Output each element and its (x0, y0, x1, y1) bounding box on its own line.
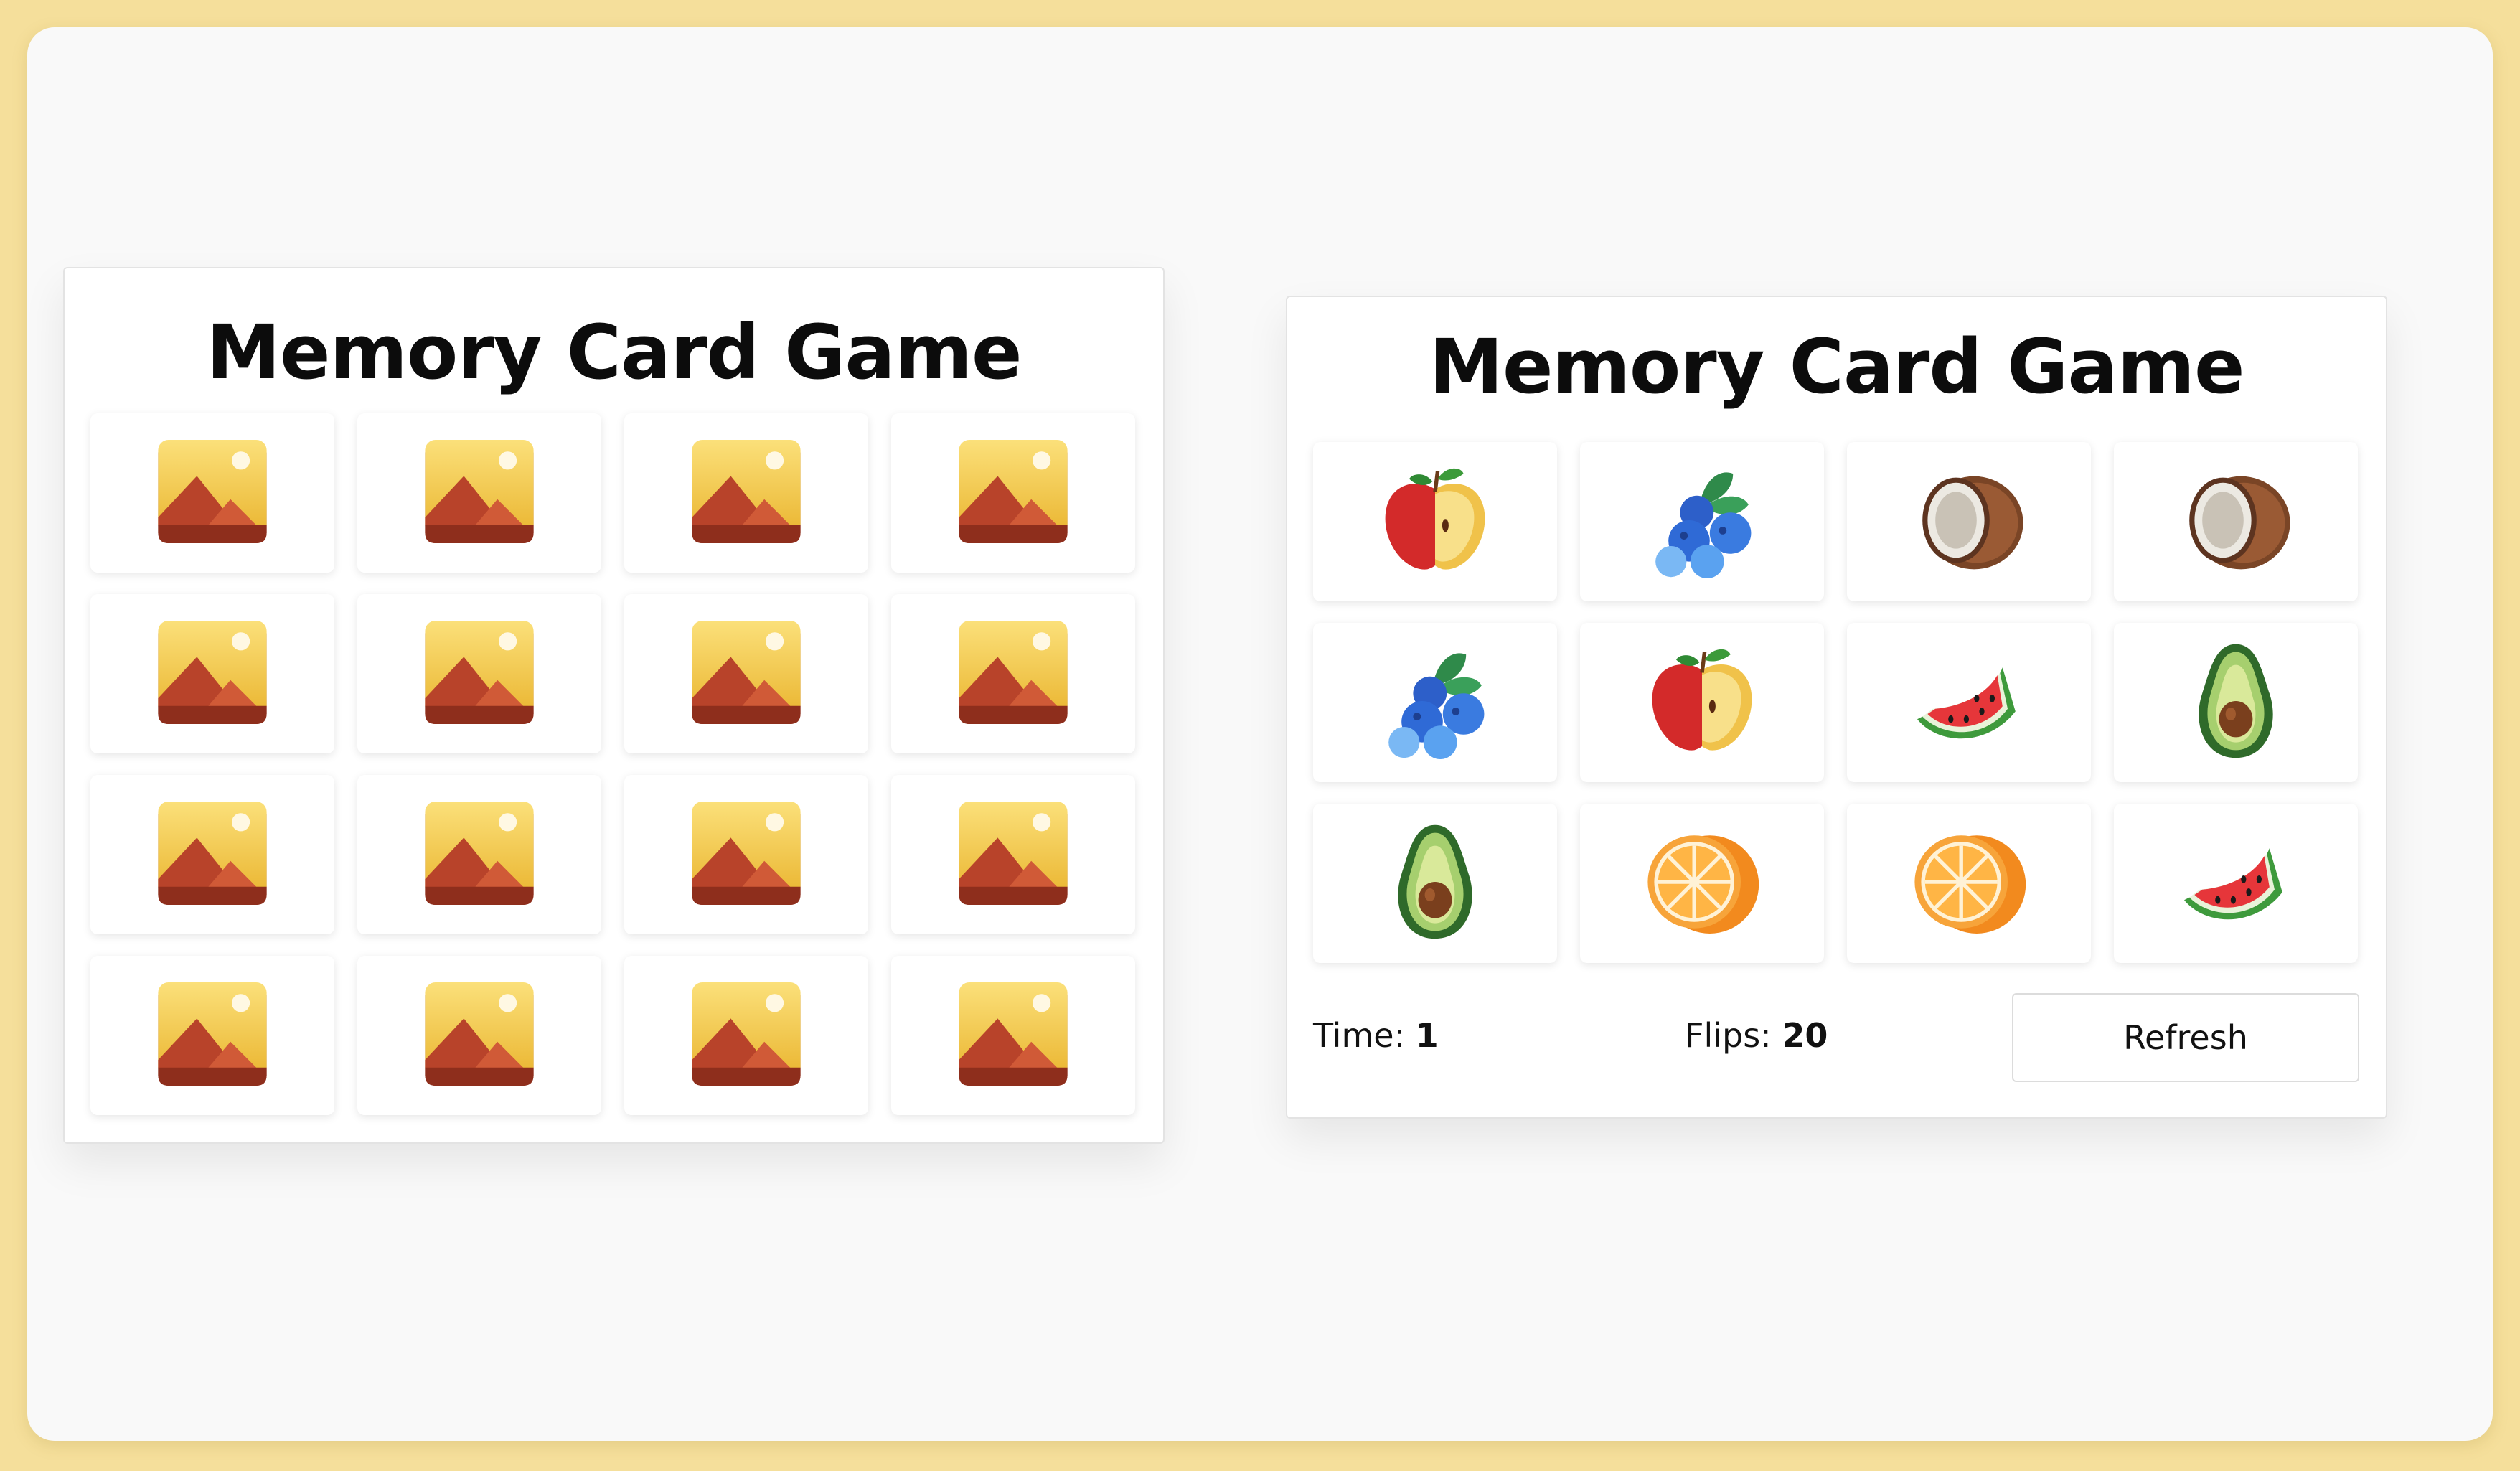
game-status-bar: Time: 1 Flips: 20 Refresh (1313, 993, 2359, 1082)
image-icon (148, 789, 277, 921)
memory-card[interactable] (90, 413, 334, 573)
memory-card[interactable] (891, 775, 1135, 934)
image-icon (415, 608, 544, 740)
memory-card[interactable] (891, 956, 1135, 1115)
memory-card[interactable] (357, 956, 601, 1115)
memory-card[interactable] (1313, 442, 1557, 601)
memory-card[interactable] (1580, 623, 1824, 782)
memory-card[interactable] (1847, 442, 2091, 601)
memory-card[interactable] (624, 775, 868, 934)
memory-card[interactable] (1313, 623, 1557, 782)
avocado-icon (1371, 817, 1500, 949)
memory-card[interactable] (2114, 804, 2358, 963)
watermelon-icon (2171, 817, 2300, 949)
orange-icon (1904, 817, 2034, 949)
avocado-icon (2171, 636, 2300, 769)
refresh-button[interactable]: Refresh (2012, 993, 2359, 1082)
memory-card[interactable] (357, 594, 601, 753)
image-icon (415, 427, 544, 559)
flips-value: 20 (1782, 1016, 1828, 1055)
memory-card[interactable] (357, 775, 601, 934)
memory-game-panel-hidden: Memory Card Game (63, 267, 1165, 1144)
image-icon (682, 789, 811, 921)
memory-card[interactable] (90, 956, 334, 1115)
image-icon (949, 427, 1078, 559)
memory-card[interactable] (2114, 623, 2358, 782)
image-icon (415, 789, 544, 921)
image-icon (148, 608, 277, 740)
memory-card[interactable] (1847, 623, 2091, 782)
apple-icon (1637, 636, 1767, 769)
card-grid (1313, 442, 2359, 963)
image-icon (148, 427, 277, 559)
apple-icon (1371, 456, 1500, 588)
flips-label: Flips: (1685, 1016, 1772, 1055)
orange-icon (1637, 817, 1767, 949)
memory-card[interactable] (1313, 804, 1557, 963)
memory-card[interactable] (1580, 442, 1824, 601)
time-counter: Time: 1 (1313, 1016, 1439, 1055)
memory-card[interactable] (1847, 804, 2091, 963)
image-icon (949, 608, 1078, 740)
time-label: Time: (1313, 1016, 1406, 1055)
memory-card[interactable] (357, 413, 601, 573)
memory-card[interactable] (1580, 804, 1824, 963)
memory-card[interactable] (90, 775, 334, 934)
memory-card[interactable] (90, 594, 334, 753)
memory-card[interactable] (2114, 442, 2358, 601)
image-icon (415, 969, 544, 1101)
blueberry-icon (1637, 456, 1767, 588)
watermelon-icon (1904, 636, 2034, 769)
image-icon (682, 969, 811, 1101)
coconut-icon (2171, 456, 2300, 588)
memory-card[interactable] (624, 956, 868, 1115)
card-grid (90, 413, 1137, 1115)
coconut-icon (1904, 456, 2034, 588)
image-icon (949, 969, 1078, 1101)
game-title: Memory Card Game (1429, 323, 2244, 410)
memory-game-panel-revealed: Memory Card Game Time: 1 Flips: 20 Refre… (1286, 296, 2387, 1119)
memory-card[interactable] (624, 594, 868, 753)
memory-card[interactable] (891, 594, 1135, 753)
blueberry-icon (1371, 636, 1500, 769)
memory-card[interactable] (624, 413, 868, 573)
image-icon (148, 969, 277, 1101)
memory-card[interactable] (891, 413, 1135, 573)
time-value: 1 (1415, 1016, 1439, 1055)
image-icon (682, 608, 811, 740)
game-title: Memory Card Game (206, 309, 1022, 396)
flips-counter: Flips: 20 (1685, 1016, 1828, 1055)
image-icon (949, 789, 1078, 921)
image-icon (682, 427, 811, 559)
